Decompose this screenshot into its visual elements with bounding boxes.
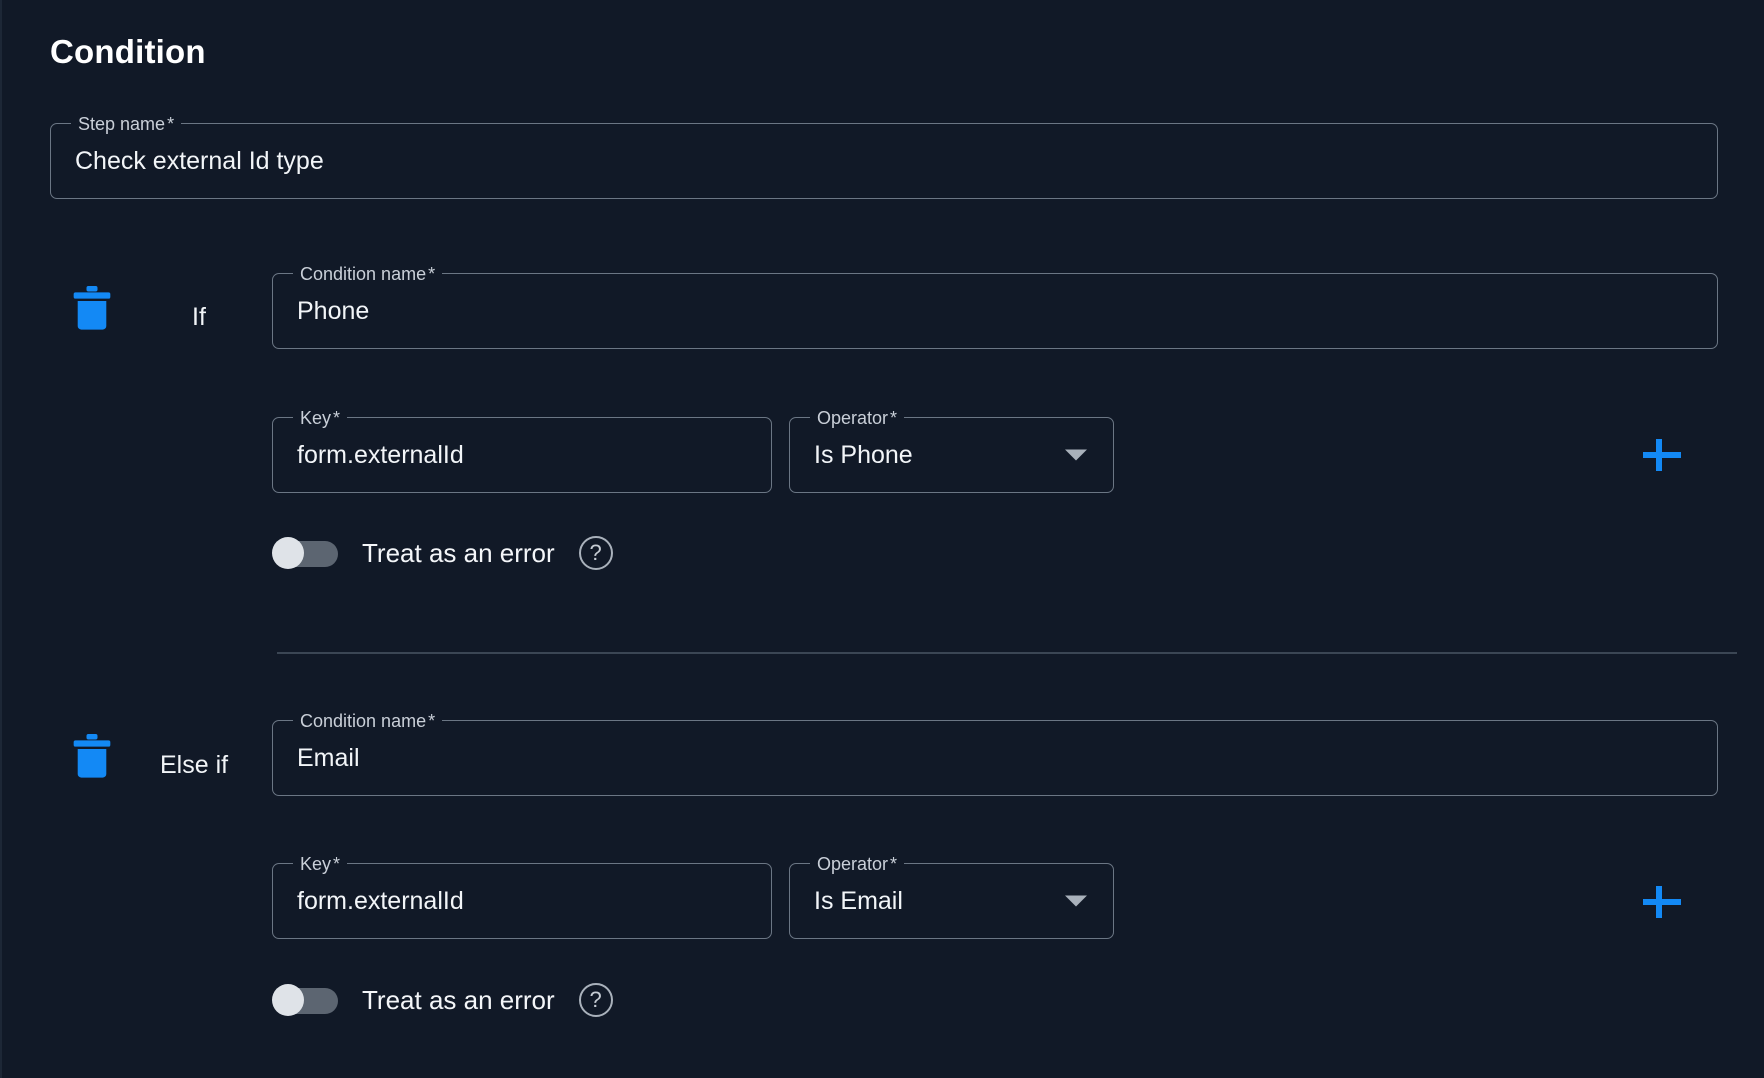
operator-value-elseif: Is Email [814, 886, 903, 916]
key-field-elseif[interactable]: Key* form.externalId [272, 863, 772, 939]
plus-icon-horizontal-bar [1643, 899, 1681, 905]
toggle-knob [272, 537, 304, 569]
chevron-down-icon[interactable] [1065, 896, 1087, 907]
key-field-if[interactable]: Key* form.externalId [272, 417, 772, 493]
condition-name-field-if[interactable]: Condition name* Phone [272, 273, 1718, 349]
key-value-elseif: form.externalId [297, 886, 464, 916]
trash-icon [70, 284, 114, 332]
delete-condition-button-if[interactable] [70, 284, 114, 332]
plus-icon-vertical-bar [1656, 886, 1662, 918]
plus-icon-horizontal-bar [1643, 452, 1681, 458]
step-name-label: Step name* [71, 113, 181, 135]
delete-condition-button-elseif[interactable] [70, 732, 114, 780]
branch-divider [277, 652, 1737, 654]
chevron-down-icon[interactable] [1065, 450, 1087, 461]
condition-name-value-if: Phone [297, 296, 369, 326]
trash-icon [70, 732, 114, 780]
question-mark-icon-if[interactable]: ? [579, 536, 613, 570]
operator-select-elseif[interactable]: Operator* Is Email [789, 863, 1114, 939]
branch-label-if: If [192, 302, 206, 332]
condition-name-field-elseif[interactable]: Condition name* Email [272, 720, 1718, 796]
key-value-if: form.externalId [297, 440, 464, 470]
branch-label-elseif: Else if [160, 750, 228, 780]
condition-name-label-elseif: Condition name* [293, 710, 442, 732]
condition-step-panel: Condition Step name* Check external Id t… [0, 0, 1764, 1078]
step-name-value: Check external Id type [75, 146, 324, 176]
key-label-elseif: Key* [293, 853, 347, 875]
treat-as-error-toggle-elseif[interactable] [272, 984, 340, 1016]
operator-label-if: Operator* [810, 407, 904, 429]
treat-as-error-row-if: Treat as an error ? [272, 532, 613, 574]
question-mark-icon-elseif[interactable]: ? [579, 983, 613, 1017]
add-condition-row-button-if[interactable] [1640, 433, 1684, 477]
page-title: Condition [50, 30, 206, 74]
step-name-field[interactable]: Step name* Check external Id type [50, 123, 1718, 199]
treat-as-error-row-elseif: Treat as an error ? [272, 979, 613, 1021]
toggle-knob [272, 984, 304, 1016]
treat-as-error-label-if: Treat as an error [362, 537, 555, 569]
treat-as-error-label-elseif: Treat as an error [362, 984, 555, 1016]
operator-label-elseif: Operator* [810, 853, 904, 875]
operator-select-if[interactable]: Operator* Is Phone [789, 417, 1114, 493]
key-label-if: Key* [293, 407, 347, 429]
plus-icon-vertical-bar [1656, 439, 1662, 471]
treat-as-error-toggle-if[interactable] [272, 537, 340, 569]
condition-name-label-if: Condition name* [293, 263, 442, 285]
operator-value-if: Is Phone [814, 440, 913, 470]
condition-name-value-elseif: Email [297, 743, 360, 773]
add-condition-row-button-elseif[interactable] [1640, 880, 1684, 924]
